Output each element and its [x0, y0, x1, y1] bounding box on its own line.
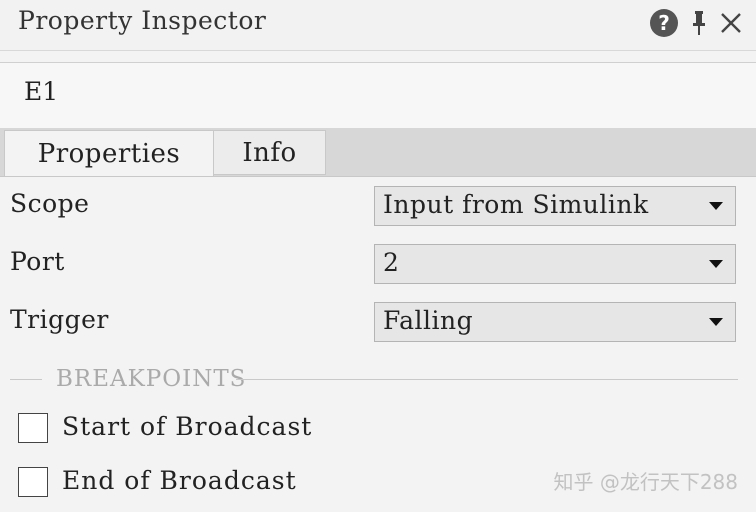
end-of-broadcast-checkbox[interactable]: [18, 467, 48, 497]
section-divider: [10, 379, 42, 380]
scope-value: Input from Simulink: [383, 190, 649, 219]
start-of-broadcast-checkbox[interactable]: [18, 413, 48, 443]
trigger-dropdown[interactable]: Falling: [374, 302, 736, 342]
chevron-down-icon: [709, 202, 723, 210]
trigger-label: Trigger: [10, 305, 109, 334]
title-bar: Property Inspector ?: [0, 0, 756, 51]
breakpoints-heading: BREAKPOINTS: [56, 366, 247, 392]
element-name: E1: [24, 77, 59, 106]
end-of-broadcast-label: End of Broadcast: [62, 466, 297, 495]
port-label: Port: [10, 247, 65, 276]
section-divider: [236, 379, 738, 380]
tab-info[interactable]: Info: [214, 130, 326, 175]
close-icon[interactable]: [720, 12, 742, 34]
element-name-row: E1: [0, 62, 756, 130]
scope-dropdown[interactable]: Input from Simulink: [374, 186, 736, 226]
port-dropdown[interactable]: 2: [374, 244, 736, 284]
tab-properties[interactable]: Properties: [4, 130, 214, 176]
chevron-down-icon: [709, 260, 723, 268]
window-title: Property Inspector: [18, 6, 267, 35]
trigger-value: Falling: [383, 306, 474, 335]
title-bar-icons: ?: [650, 9, 742, 37]
watermark: 知乎 @龙行天下288: [553, 470, 738, 494]
chevron-down-icon: [709, 318, 723, 326]
start-of-broadcast-label: Start of Broadcast: [62, 412, 313, 441]
help-icon[interactable]: ?: [650, 9, 678, 37]
pin-icon[interactable]: [692, 10, 706, 36]
port-value: 2: [383, 248, 400, 277]
scope-label: Scope: [10, 189, 90, 218]
tab-strip: Properties Info: [0, 128, 756, 177]
